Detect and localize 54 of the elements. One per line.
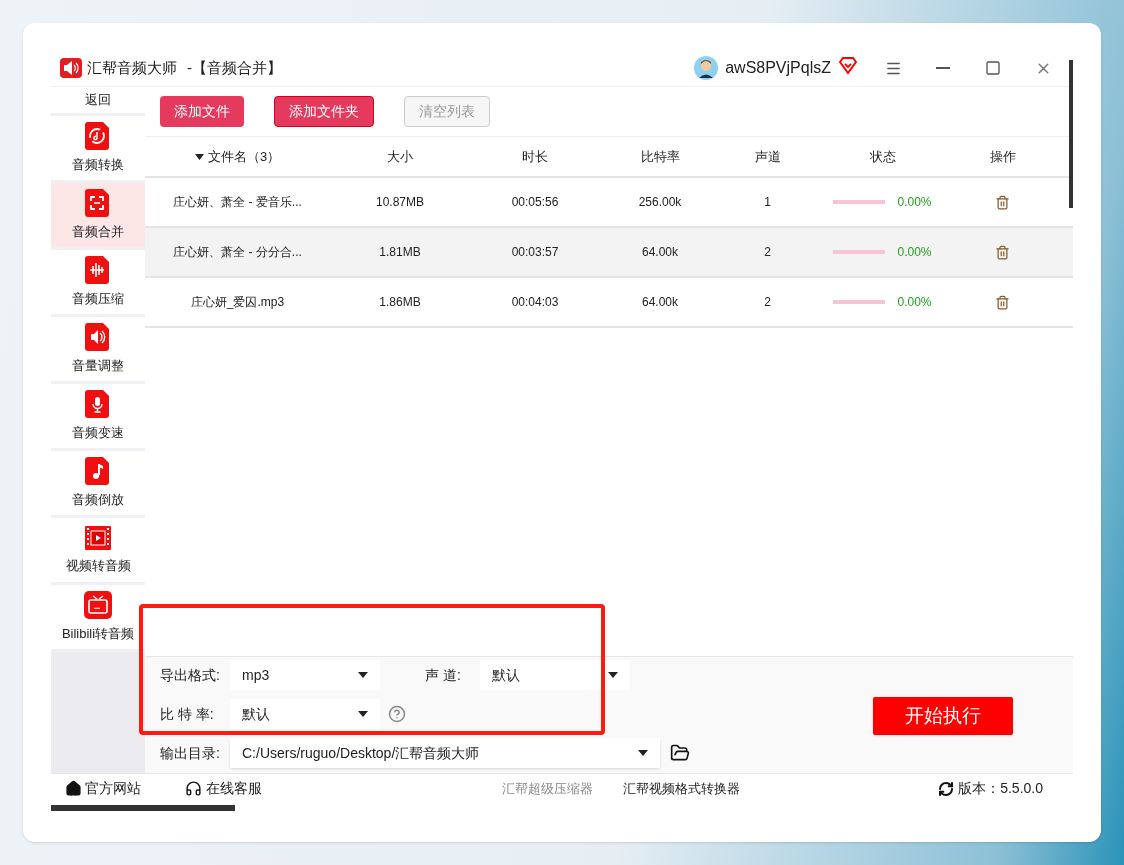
toolbar-button[interactable]: 添加文件夹	[274, 96, 374, 127]
table-cell-text: 00:05:56	[511, 194, 559, 211]
column-header[interactable]: 比特率	[640, 146, 680, 167]
column-header[interactable]: 状态	[869, 146, 896, 167]
column-header[interactable]: 时长	[522, 146, 548, 167]
table-cell-text: 庄心妍、萧全 - 分分合...	[173, 244, 302, 261]
column-header[interactable]: 操作	[989, 146, 1016, 167]
table-cell-text: 2	[764, 244, 771, 261]
table-cell-text: 00:04:03	[511, 294, 559, 311]
output-directory-select[interactable]: C:/Users/ruguo/Desktop/汇帮音频大师	[230, 738, 660, 768]
table-cell-text: 64.00k	[642, 294, 678, 311]
progress-text: 0.00%	[897, 244, 932, 261]
start-button[interactable]: 开始执行	[873, 697, 1013, 735]
sidebar-item[interactable]: 音频转换	[51, 116, 145, 180]
sidebar-item[interactable]: 音频变速	[51, 384, 145, 448]
table-cell-text: 256.00k	[638, 194, 682, 211]
product-link[interactable]: 汇帮视频格式转换器	[623, 778, 740, 799]
format-select[interactable]: mp3	[230, 660, 380, 690]
table-cell-text: 庄心妍、萧全 - 爱音乐...	[173, 194, 302, 211]
sidebar-item[interactable]: 音频合并	[51, 183, 145, 247]
sidebar-item[interactable]: 音频倒放	[51, 451, 145, 515]
table-cell-text: 00:03:57	[511, 244, 559, 261]
channel-select[interactable]: 默认	[480, 660, 630, 690]
window-title: -【音频合并】	[187, 57, 282, 78]
sidebar-item[interactable]: 视频转音频	[51, 518, 145, 582]
table-cell-text: 64.00k	[642, 244, 678, 261]
column-header[interactable]: 大小	[387, 146, 413, 167]
website-link[interactable]: 官方网站	[65, 778, 141, 799]
field-label: 声 道:	[425, 665, 462, 685]
column-header[interactable]: 文件名（3）	[207, 146, 281, 167]
product-link[interactable]: 汇帮超级压缩器	[502, 778, 593, 799]
username[interactable]: awS8PVjPqlsZ	[725, 56, 831, 80]
field-label: 输出目录:	[160, 743, 221, 763]
table-cell-text: 1	[764, 194, 771, 211]
version-text: 版本：5.5.0.0	[958, 779, 1043, 798]
support-link[interactable]: 在线客服	[185, 778, 262, 799]
table-cell-text: 2	[764, 294, 771, 311]
table-cell-text: 10.87MB	[376, 194, 424, 211]
sidebar-item[interactable]: Bilibili转音频	[51, 585, 145, 649]
progress-text: 0.00%	[897, 194, 932, 211]
field-label: 比 特 率:	[160, 704, 215, 724]
field-label: 导出格式:	[160, 665, 221, 685]
progress-text: 0.00%	[897, 294, 932, 311]
table-row[interactable]: 庄心妍、萧全 - 分分合... 1.81MB 00:03:57 64.00k 2 0.00%	[145, 228, 1073, 278]
sidebar-item[interactable]: 音频压缩	[51, 250, 145, 314]
sidebar-item[interactable]: 音量调整	[51, 317, 145, 381]
table-cell-text: 1.81MB	[379, 244, 421, 261]
app-name: 汇帮音频大师	[87, 57, 177, 78]
back-button[interactable]: 返回	[51, 87, 145, 113]
toolbar-button[interactable]: 添加文件	[160, 96, 244, 127]
table-cell-text: 1.86MB	[379, 294, 421, 311]
bitrate-select[interactable]: 默认	[230, 699, 380, 729]
column-header[interactable]: 声道	[754, 146, 781, 167]
table-cell-text: 庄心妍_爱囚.mp3	[190, 294, 285, 311]
